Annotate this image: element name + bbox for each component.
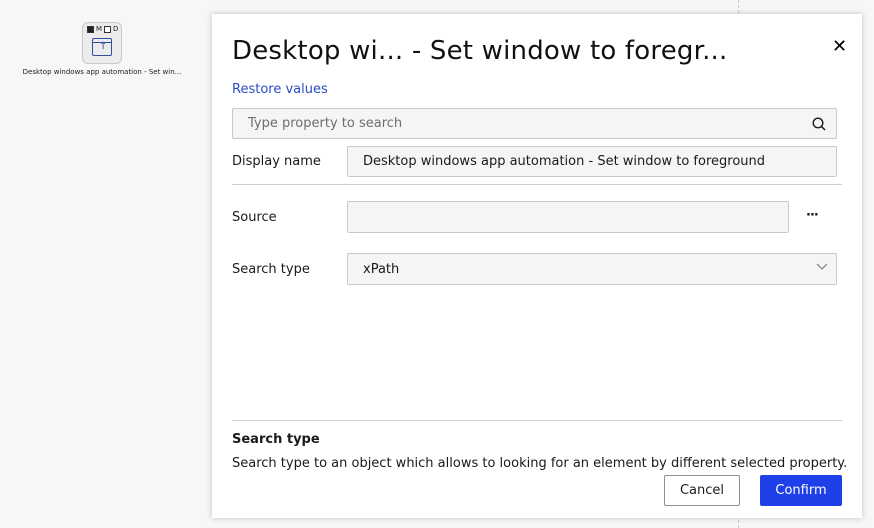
- restore-values-link[interactable]: Restore values: [232, 82, 328, 97]
- search-type-label: Search type: [232, 262, 310, 277]
- cancel-button[interactable]: Cancel: [664, 475, 740, 506]
- node-flags: M D: [87, 25, 118, 33]
- node-flag-d: D: [113, 25, 119, 33]
- property-search[interactable]: [232, 108, 837, 139]
- display-name-field[interactable]: Desktop windows app automation - Set win…: [347, 146, 837, 177]
- checkbox-unchecked-icon[interactable]: [104, 25, 112, 33]
- node-icon-box[interactable]: M D ↑: [82, 22, 122, 64]
- display-name-label: Display name: [232, 154, 321, 169]
- checkbox-checked-icon[interactable]: [87, 25, 94, 33]
- properties-dialog: Desktop wi... - Set window to foregr... …: [212, 14, 862, 518]
- confirm-button[interactable]: Confirm: [760, 475, 842, 506]
- window-foreground-icon: ↑: [92, 38, 112, 56]
- display-name-value: Desktop windows app automation - Set win…: [363, 154, 766, 169]
- source-label: Source: [232, 210, 277, 225]
- help-divider: [232, 420, 842, 421]
- divider: [232, 184, 842, 185]
- dialog-title: Desktop wi... - Set window to foregr...: [232, 36, 728, 66]
- node-flag-m: M: [96, 25, 103, 33]
- search-type-select[interactable]: xPath: [347, 253, 837, 285]
- close-icon[interactable]: ✕: [832, 36, 847, 57]
- help-text: Search type to an object which allows to…: [232, 456, 848, 471]
- search-icon[interactable]: [812, 117, 826, 131]
- search-type-value: xPath: [363, 261, 400, 277]
- node-label: Desktop windows app automation - Set win…: [22, 68, 182, 76]
- source-field[interactable]: [347, 201, 789, 233]
- help-title: Search type: [232, 432, 320, 447]
- search-input[interactable]: [233, 109, 793, 138]
- more-options-button[interactable]: ···: [806, 208, 819, 223]
- chevron-down-icon: [816, 263, 828, 270]
